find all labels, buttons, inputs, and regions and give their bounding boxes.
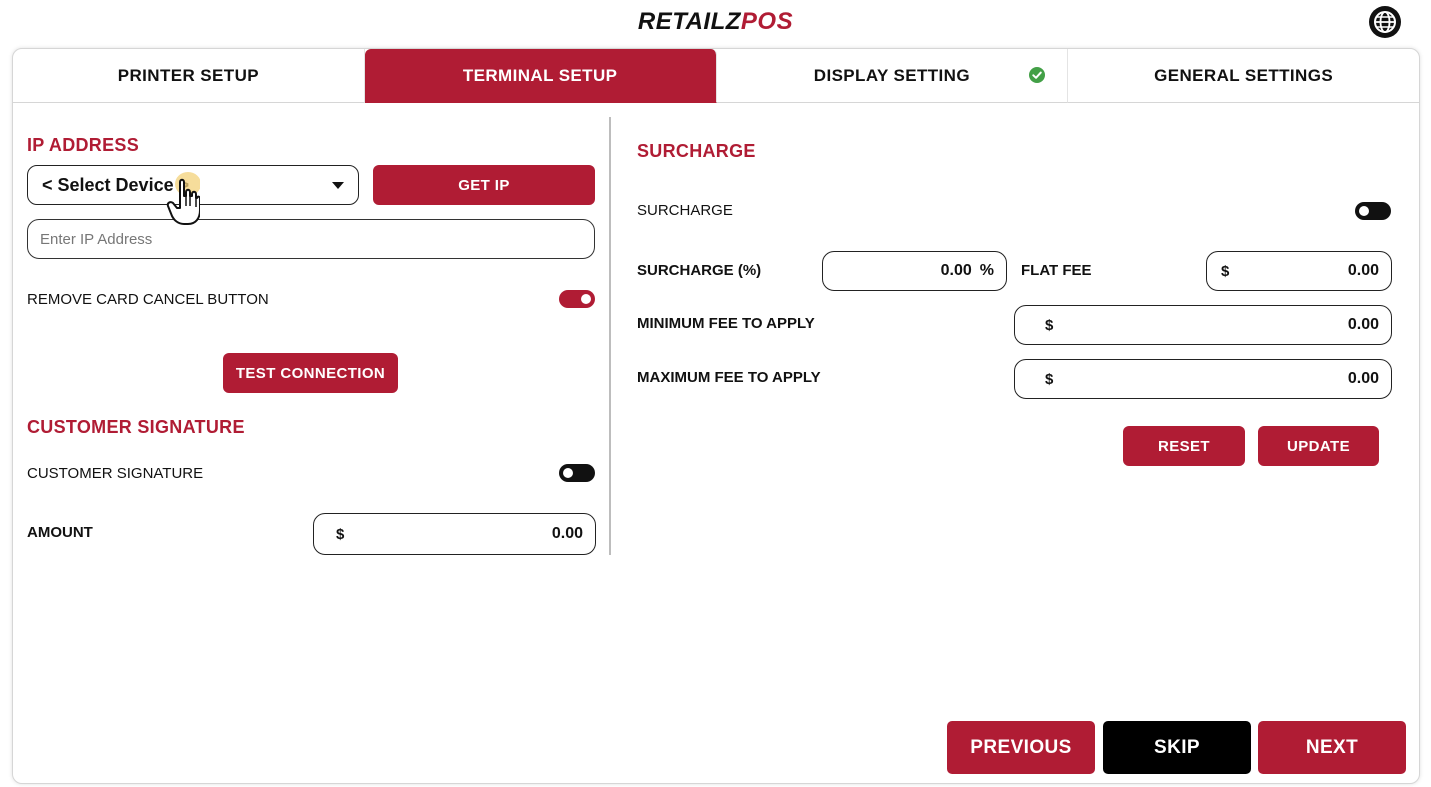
- currency-symbol: $: [1221, 262, 1230, 280]
- tab-label: DISPLAY SETTING: [813, 65, 970, 85]
- minimum-fee-value: 0.00: [1347, 316, 1379, 333]
- maximum-fee-value: 0.00: [1347, 370, 1379, 387]
- globe-icon[interactable]: [1368, 5, 1402, 39]
- tab-label: GENERAL SETTINGS: [1154, 65, 1334, 85]
- flat-fee-field[interactable]: $ 0.00: [1206, 251, 1392, 291]
- currency-symbol: $: [1045, 370, 1054, 388]
- column-divider: [609, 117, 611, 555]
- toggle-knob: [563, 468, 573, 478]
- surcharge-toggle[interactable]: [1355, 202, 1391, 220]
- amount-field[interactable]: $ 0.00: [313, 513, 596, 555]
- surcharge-percent-value: 0.00: [940, 262, 972, 279]
- tab-general-settings[interactable]: GENERAL SETTINGS: [1068, 49, 1419, 103]
- skip-button[interactable]: SKIP: [1103, 721, 1251, 774]
- minimum-fee-field[interactable]: $ 0.00: [1014, 305, 1392, 345]
- flat-fee-label: FLAT FEE: [1021, 262, 1092, 279]
- check-circle-icon: [1029, 67, 1046, 83]
- percent-symbol: %: [979, 262, 994, 279]
- toggle-knob: [581, 294, 591, 304]
- maximum-fee-field[interactable]: $ 0.00: [1014, 359, 1392, 399]
- remove-card-cancel-label: REMOVE CARD CANCEL BUTTON: [27, 291, 269, 308]
- amount-label: AMOUNT: [27, 524, 93, 541]
- surcharge-toggle-label: SURCHARGE: [637, 202, 733, 219]
- test-connection-button[interactable]: TEST CONNECTION: [223, 353, 398, 393]
- logo-text-accent: POS: [740, 8, 794, 35]
- device-select-value: < Select Device >: [42, 174, 190, 195]
- tab-label: TERMINAL SETUP: [462, 65, 618, 85]
- ip-address-title: IP ADDRESS: [27, 135, 140, 155]
- tab-display-setting[interactable]: DISPLAY SETTING: [716, 49, 1069, 103]
- settings-tabs: PRINTER SETUP TERMINAL SETUP DISPLAY SET…: [13, 49, 1419, 103]
- customer-signature-label: CUSTOMER SIGNATURE: [27, 465, 204, 482]
- next-button[interactable]: NEXT: [1258, 721, 1406, 774]
- toggle-knob: [1359, 206, 1369, 216]
- app-logo: RETAILZPOS: [0, 8, 1431, 36]
- customer-signature-title: CUSTOMER SIGNATURE: [27, 417, 245, 437]
- amount-value: 0.00: [551, 525, 583, 542]
- surcharge-percent-field[interactable]: 0.00 %: [822, 251, 1007, 291]
- ip-address-input[interactable]: [27, 219, 595, 259]
- surcharge-percent-label: SURCHARGE (%): [637, 262, 762, 279]
- surcharge-title: SURCHARGE: [637, 141, 756, 161]
- get-ip-button[interactable]: GET IP: [373, 165, 595, 205]
- customer-signature-toggle[interactable]: [559, 464, 595, 482]
- caret-down-icon: [332, 181, 344, 189]
- logo-text-primary: RETAILZ: [637, 8, 741, 35]
- device-select[interactable]: < Select Device >: [27, 165, 359, 205]
- tab-terminal-setup[interactable]: TERMINAL SETUP: [364, 49, 717, 103]
- currency-symbol: $: [336, 525, 345, 543]
- previous-button[interactable]: PREVIOUS: [947, 721, 1095, 774]
- minimum-fee-label: MINIMUM FEE TO APPLY: [637, 315, 815, 332]
- settings-card: PRINTER SETUP TERMINAL SETUP DISPLAY SET…: [12, 48, 1420, 784]
- maximum-fee-label: MAXIMUM FEE TO APPLY: [637, 369, 821, 386]
- tab-printer-setup[interactable]: PRINTER SETUP: [13, 49, 365, 103]
- update-button[interactable]: UPDATE: [1258, 426, 1379, 466]
- reset-button[interactable]: RESET: [1123, 426, 1245, 466]
- currency-symbol: $: [1045, 316, 1054, 334]
- remove-card-cancel-toggle[interactable]: [559, 290, 595, 308]
- flat-fee-value: 0.00: [1347, 262, 1379, 279]
- tab-label: PRINTER SETUP: [117, 65, 259, 85]
